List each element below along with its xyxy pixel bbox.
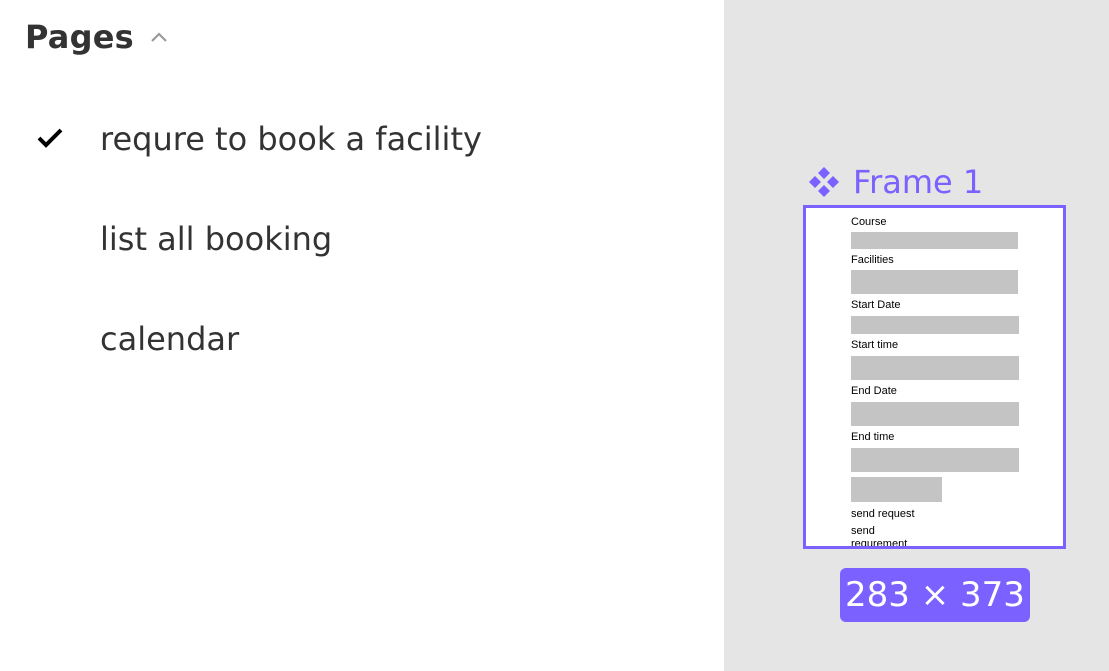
end-date-label: End Date [851, 385, 897, 397]
send-requrement-label: send requrement [851, 525, 908, 549]
component-icon [807, 165, 841, 199]
page-item-calendar[interactable]: calendar [0, 310, 724, 370]
start-time-field[interactable] [851, 356, 1019, 380]
frame-name: Frame 1 [853, 163, 984, 201]
checkmark-icon [36, 124, 64, 152]
chevron-up-icon[interactable] [148, 26, 170, 48]
pages-panel: Pages requre to book a facility list all… [0, 0, 724, 671]
page-item-label: requre to book a facility [100, 120, 482, 158]
pages-title: Pages [25, 18, 134, 56]
start-time-label: Start time [851, 339, 899, 351]
page-item-label: list all booking [100, 220, 333, 258]
end-date-field[interactable] [851, 402, 1019, 426]
facilities-label: Facilities [851, 254, 894, 266]
course-label: Course [851, 216, 887, 228]
end-time-label: End time [851, 431, 895, 443]
pages-header[interactable]: Pages [25, 18, 170, 56]
page-item-requre-to-book-a-facility[interactable]: requre to book a facility [0, 110, 724, 170]
frame-label[interactable]: Frame 1 [807, 163, 983, 201]
send-request-button[interactable] [851, 477, 942, 502]
frame-1[interactable]: Course Facilities Start Date Start time … [803, 205, 1066, 549]
course-field[interactable] [851, 232, 1018, 249]
start-date-field[interactable] [851, 316, 1019, 334]
size-badge: 283 × 373 [840, 568, 1030, 622]
send-request-label: send request [851, 508, 915, 520]
facilities-field[interactable] [851, 270, 1018, 294]
end-time-field[interactable] [851, 448, 1019, 472]
page-item-label: calendar [100, 320, 240, 358]
start-date-label: Start Date [851, 299, 901, 311]
page-item-list-all-booking[interactable]: list all booking [0, 210, 724, 270]
